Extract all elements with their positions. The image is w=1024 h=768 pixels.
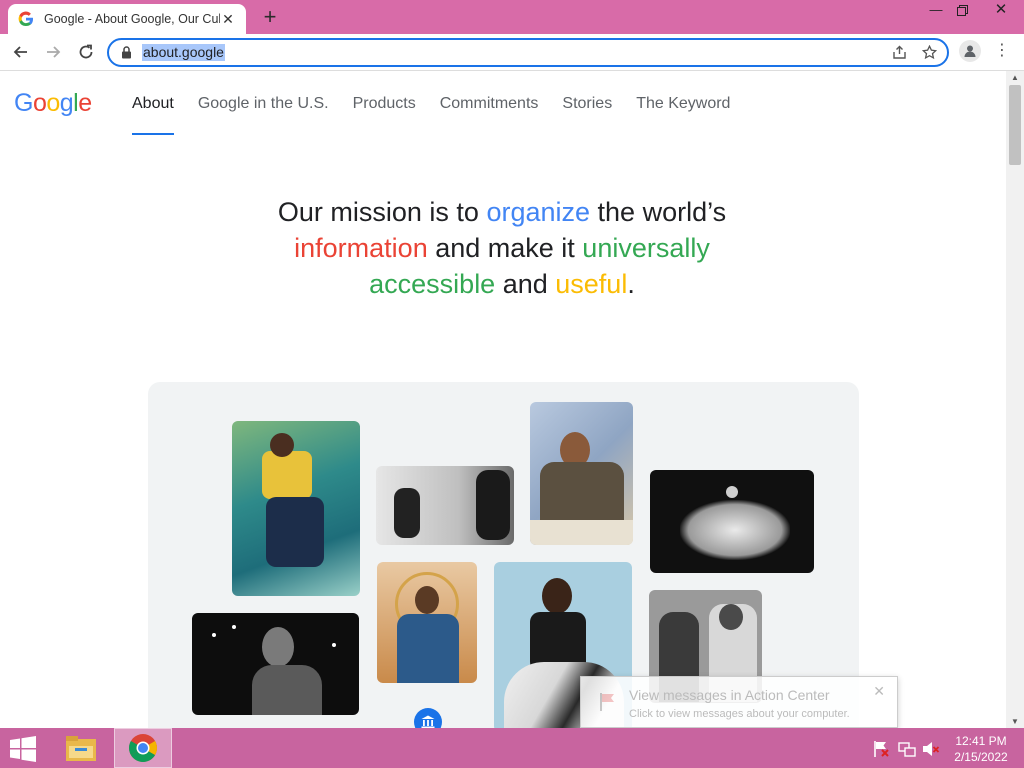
mission-text: the world’s — [590, 197, 727, 227]
nav-the-keyword[interactable]: The Keyword — [636, 95, 730, 135]
photo-rapper — [377, 562, 477, 683]
notification-title: View messages in Action Center — [629, 687, 830, 703]
scroll-up-icon[interactable]: ▲ — [1011, 73, 1019, 82]
mission-word-useful: useful — [555, 269, 628, 299]
page-scrollbar[interactable]: ▲ ▼ — [1006, 71, 1024, 728]
share-icon[interactable] — [892, 45, 907, 60]
google-logo[interactable]: Google — [14, 89, 92, 118]
menu-kebab-icon[interactable]: ⋮ — [992, 42, 1012, 62]
action-center-notification[interactable]: View messages in Action Center Click to … — [580, 676, 898, 728]
volume-muted-icon[interactable] — [922, 740, 940, 758]
restore-icon[interactable] — [945, 0, 979, 22]
address-bar[interactable]: about.google — [107, 38, 949, 67]
chrome-taskbar-icon[interactable] — [114, 728, 172, 768]
browser-tab[interactable]: Google - About Google, Our Cult ✕ — [8, 4, 246, 34]
photo-boxers — [376, 466, 514, 545]
browser-toolbar: about.google ⋮ — [0, 34, 1024, 71]
reload-icon[interactable] — [73, 39, 99, 65]
bookmark-star-icon[interactable] — [922, 45, 937, 60]
tab-close-icon[interactable]: ✕ — [220, 11, 236, 28]
tab-title: Google - About Google, Our Cult — [44, 12, 220, 26]
new-tab-button[interactable]: + — [258, 6, 282, 30]
mission-text: and make it — [427, 233, 583, 263]
network-icon[interactable] — [898, 740, 916, 758]
windows-taskbar: 12:41 PM 2/15/2022 — [0, 728, 1024, 768]
mission-word-organize: organize — [486, 197, 591, 227]
scroll-thumb[interactable] — [1009, 85, 1021, 165]
main-nav: About Google in the U.S. Products Commit… — [132, 95, 754, 135]
nav-stories[interactable]: Stories — [562, 95, 612, 135]
profile-avatar-icon[interactable] — [959, 40, 981, 62]
mission-text: . — [627, 269, 635, 299]
nav-products[interactable]: Products — [353, 95, 416, 135]
notification-close-icon[interactable]: ✕ — [873, 683, 885, 700]
mission-word-universally: universally — [582, 233, 710, 263]
lock-icon[interactable] — [121, 46, 132, 59]
clock-date: 2/15/2022 — [954, 750, 1008, 764]
forward-icon[interactable] — [40, 39, 66, 65]
close-window-icon[interactable]: ✕ — [981, 0, 1021, 22]
photo-illustrated-man — [530, 402, 633, 545]
notification-body: Click to view messages about your comput… — [629, 708, 850, 720]
taskbar-clock[interactable]: 12:41 PM 2/15/2022 — [946, 733, 1016, 765]
url-text[interactable]: about.google — [142, 44, 225, 61]
action-center-flag-icon[interactable] — [872, 740, 890, 758]
photo-dancer — [650, 470, 814, 573]
browser-titlebar: Google - About Google, Our Cult ✕ + — ✕ — [0, 0, 1024, 34]
mission-statement: Our mission is to organize the world’s i… — [200, 194, 804, 302]
file-explorer-icon[interactable] — [52, 728, 110, 768]
mission-text: Our mission is to — [277, 197, 487, 227]
scroll-down-icon[interactable]: ▼ — [1011, 717, 1019, 726]
windows-start-icon[interactable] — [9, 736, 37, 762]
photo-astronaut — [232, 421, 360, 596]
mission-word-information: information — [294, 233, 428, 263]
photo-singer — [192, 613, 359, 715]
page-viewport: Google About Google in the U.S. Products… — [0, 71, 1006, 728]
museum-icon[interactable] — [414, 708, 442, 728]
flag-icon — [600, 693, 614, 711]
mission-text: and — [495, 269, 556, 299]
nav-commitments[interactable]: Commitments — [440, 95, 539, 135]
clock-time: 12:41 PM — [955, 734, 1007, 748]
nav-google-in-us[interactable]: Google in the U.S. — [198, 95, 329, 135]
nav-about[interactable]: About — [132, 95, 174, 135]
back-icon[interactable] — [8, 39, 34, 65]
mission-word-accessible: accessible — [369, 269, 496, 299]
google-favicon-icon — [18, 11, 33, 27]
